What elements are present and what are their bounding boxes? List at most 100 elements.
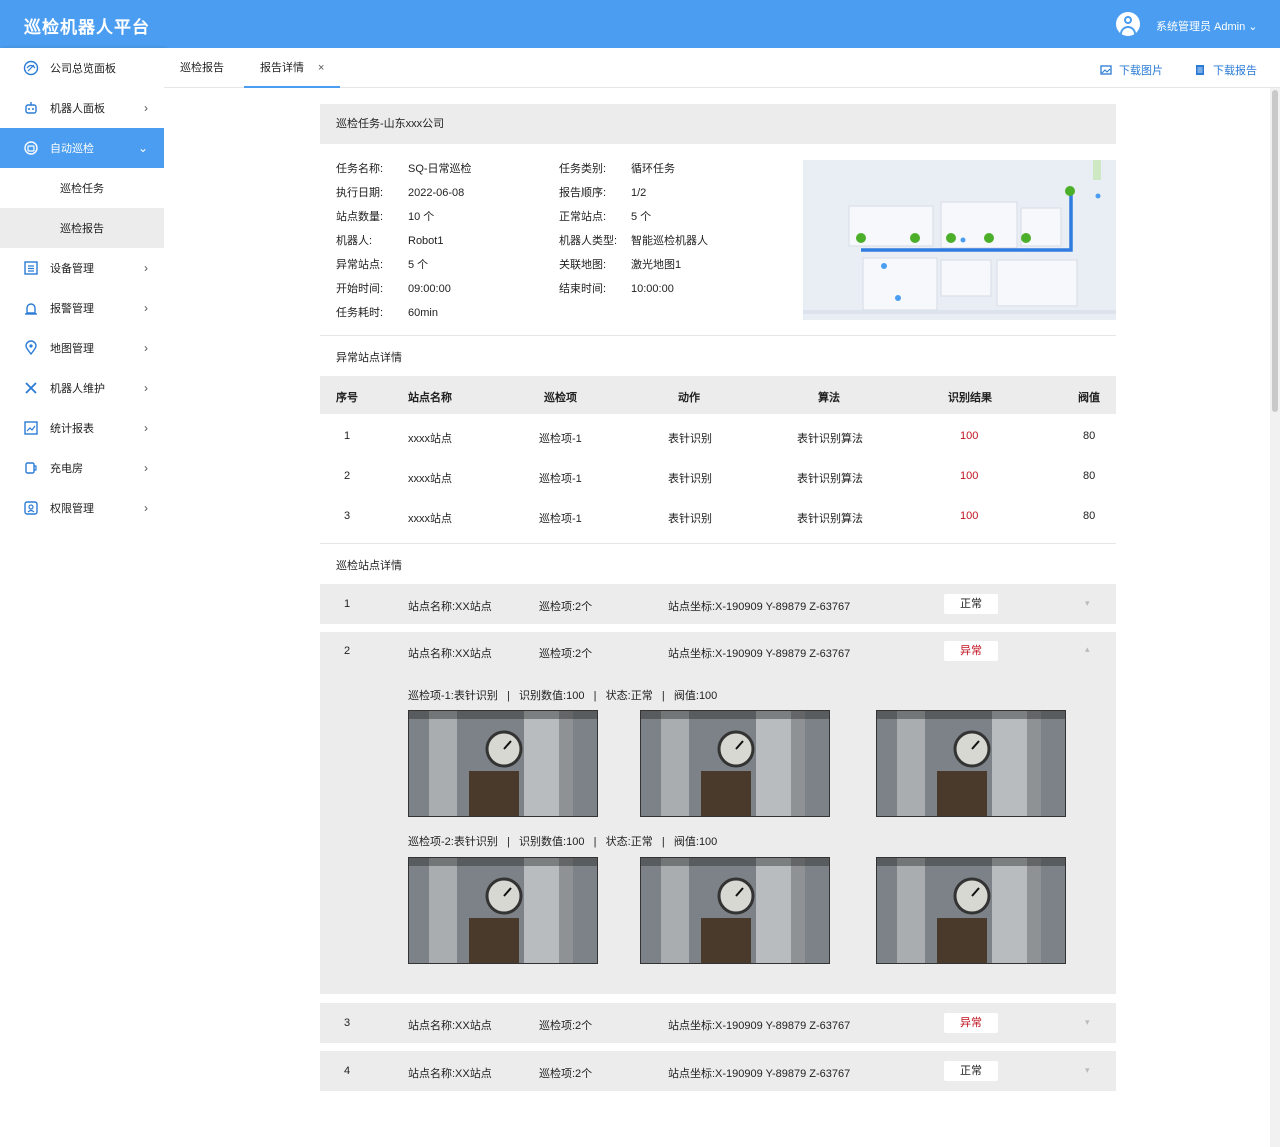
scrollbar[interactable] [1270,88,1280,1147]
inspection-photo[interactable] [640,710,830,817]
station-row[interactable]: 1 站点名称:XX站点 巡检项:2个 站点坐标:X-190909 Y-89879… [320,584,1116,624]
sidebar-item-label: 机器人面板 [50,103,105,115]
info-robot: 机器人: Robot1 [336,232,443,248]
inspection-photo[interactable] [408,710,598,817]
sidebar-item-robot-panel[interactable]: 机器人面板 › [0,88,164,128]
status-badge: 正常 [944,1061,998,1081]
inspection-photo[interactable] [876,857,1066,964]
tab-label: 报告详情 [260,62,304,74]
download-report-label: 下载报告 [1213,65,1257,77]
info-value: 09:00:00 [408,283,451,295]
inspection-item-detail: 巡检项-1:表针识别 | 识别数值:100 | 状态:正常 | 阀值:100 [408,690,718,702]
cell-result: 100 [960,430,979,442]
route-map[interactable] [803,160,1116,320]
info-key: 异常站点: [336,259,384,271]
sidebar-item-label: 设备管理 [50,263,94,275]
sidebar-item-permission[interactable]: 权限管理 › [0,488,164,528]
cell-index: 2 [344,470,351,482]
info-key: 执行日期: [336,187,384,199]
download-image-button[interactable]: 下载图片 [1100,62,1163,78]
cell-index: 3 [344,510,351,522]
dashboard-icon [22,59,40,77]
info-key: 报告顺序: [559,187,607,199]
sidebar-item-label: 充电房 [50,463,83,475]
info-value: SQ-日常巡检 [408,163,472,175]
station-row[interactable]: 3 站点名称:XX站点 巡检项:2个 站点坐标:X-190909 Y-89879… [320,1003,1116,1043]
sidebar-item-alarm[interactable]: 报警管理 › [0,288,164,328]
cell-threshold: 80 [1083,470,1096,482]
sidebar-item-statistics[interactable]: 统计报表 › [0,408,164,448]
cell-threshold: 80 [1083,430,1096,442]
info-duration: 任务耗时: 60min [336,304,438,320]
station-index: 4 [344,1065,351,1077]
info-key: 站点数量: [336,211,384,223]
station-coord: 站点坐标:X-190909 Y-89879 Z-63767 [668,648,851,660]
inspection-photo[interactable] [408,857,598,964]
sidebar-item-device[interactable]: 设备管理 › [0,248,164,288]
cell-station-name: xxxx站点 [408,473,452,485]
info-key: 机器人类型: [559,235,618,247]
station-items: 巡检项:2个 [539,601,593,613]
scrollbar-thumb[interactable] [1272,90,1278,412]
divider [320,335,1116,336]
cell-inspection-item: 巡检项-1 [539,513,582,525]
download-report-button[interactable]: 下载报告 [1194,62,1257,78]
info-key: 关联地图: [559,259,607,271]
sidebar-subitem-patrol-task[interactable]: 巡检任务 [0,168,164,208]
station-items: 巡检项:2个 [539,1020,593,1032]
report-icon [22,419,40,437]
chevron-down-icon[interactable]: ▾ [1085,1017,1095,1027]
table-row[interactable]: 3 xxxx站点 巡检项-1 表针识别 表针识别算法 100 80 [320,496,1116,536]
cell-algorithm: 表针识别算法 [797,433,863,445]
chevron-up-icon[interactable]: ▴ [1085,644,1095,654]
sidebar-item-map[interactable]: 地图管理 › [0,328,164,368]
auto-patrol-icon [22,139,40,157]
chevron-down-icon[interactable]: ▾ [1085,1065,1095,1075]
tab-report-detail[interactable]: 报告详情 × [244,48,341,88]
task-title: 巡检任务-山东xxx公司 [320,104,1116,144]
info-value: 激光地图1 [631,259,682,271]
cell-inspection-item: 巡检项-1 [539,473,582,485]
download-image-label: 下载图片 [1119,65,1163,77]
sidebar-item-dashboard[interactable]: 公司总览面板 [0,48,164,88]
info-value: 循环任务 [631,163,675,175]
inspection-photo[interactable] [640,857,830,964]
permission-icon [22,499,40,517]
document-icon [1196,65,1204,75]
sidebar-item-auto-patrol[interactable]: 自动巡检 ⌄ [0,128,164,168]
sidebar-item-maintenance[interactable]: 机器人维护 › [0,368,164,408]
inspection-photo[interactable] [876,710,1066,817]
col-index: 序号 [336,392,358,404]
info-station-count: 站点数量: 10 个 [336,208,434,224]
cell-action: 表针识别 [668,473,712,485]
user-menu[interactable]: 系统管理员 Admin ⌄ [1156,18,1258,34]
col-action: 动作 [678,392,700,404]
station-index: 2 [344,645,351,657]
station-row[interactable]: 4 站点名称:XX站点 巡检项:2个 站点坐标:X-190909 Y-89879… [320,1051,1116,1091]
info-task-type: 任务类别: 循环任务 [559,160,675,176]
sidebar-subitem-patrol-report[interactable]: 巡检报告 [0,208,164,248]
cell-action: 表针识别 [668,433,712,445]
chevron-right-icon: › [144,461,148,475]
status-badge: 正常 [944,594,998,614]
chevron-down-icon: ⌄ [137,141,148,155]
table-row[interactable]: 2 xxxx站点 巡检项-1 表针识别 表针识别算法 100 80 [320,456,1116,496]
abnormal-table-header: 序号 站点名称 巡检项 动作 算法 识别结果 阀值 [320,376,1116,414]
tab-bar: 巡检报告 报告详情 × 下载图片 下载报告 [164,48,1280,88]
close-icon[interactable]: × [318,62,324,74]
info-task-name: 任务名称: SQ-日常巡检 [336,160,472,176]
cell-station-name: xxxx站点 [408,433,452,445]
info-report-order: 报告顺序: 1/2 [559,184,646,200]
station-items: 巡检项:2个 [539,648,593,660]
sidebar-item-charging[interactable]: 充电房 › [0,448,164,488]
tab-patrol-report[interactable]: 巡检报告 [180,48,224,88]
col-inspection-item: 巡检项 [544,392,577,404]
cell-threshold: 80 [1083,510,1096,522]
device-icon [22,259,40,277]
alarm-icon [22,299,40,317]
user-avatar-icon[interactable] [1116,12,1140,36]
info-value: 智能巡检机器人 [631,235,708,247]
chevron-down-icon[interactable]: ▾ [1085,598,1095,608]
table-row[interactable]: 1 xxxx站点 巡检项-1 表针识别 表针识别算法 100 80 [320,416,1116,456]
chevron-right-icon: › [144,341,148,355]
